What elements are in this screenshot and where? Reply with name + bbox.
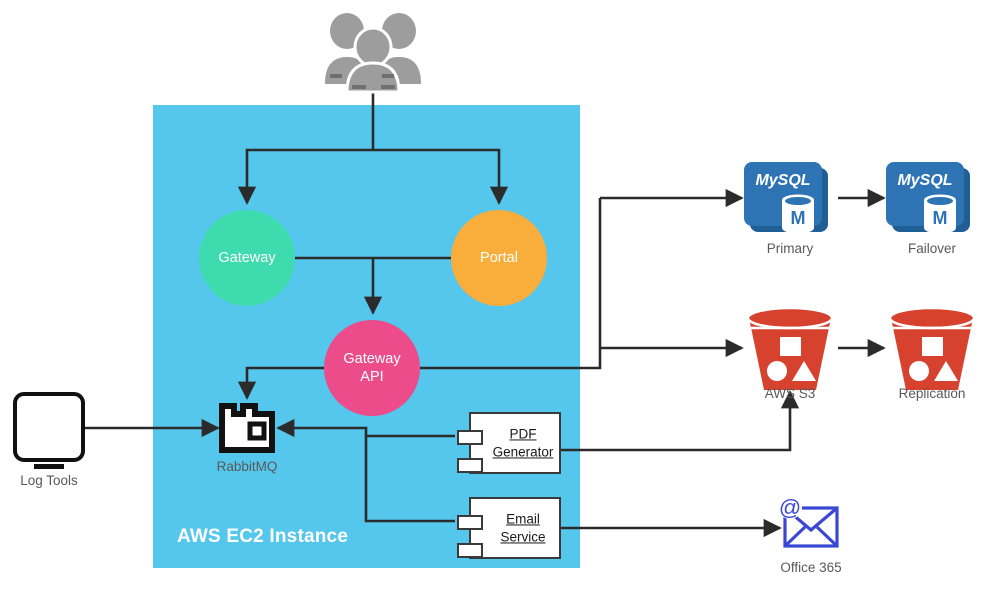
node-pdf-generator[interactable]: PDF Generator [457,412,561,474]
edge-gateway-api-to-rabbitmq [237,366,324,400]
svg-text:M: M [791,208,806,228]
email-at-icon: @ [778,495,839,548]
node-email-service-label-line1: Email [506,511,540,527]
node-gateway-api-label-line2: API [360,369,384,385]
node-gateway-label: Gateway [218,249,276,266]
node-rabbitmq-label: RabbitMQ [216,459,278,474]
svg-text:MySQL: MySQL [897,172,952,189]
rabbitmq-icon [219,403,275,453]
node-gateway[interactable]: Gateway [199,210,295,306]
node-email-service-label-line2: Service [500,529,546,544]
users-group-icon [325,13,421,94]
node-portal[interactable]: Portal [451,210,547,306]
node-mysql-failover-label: Failover [907,241,956,256]
s3-bucket-icon-aws-s3 [746,306,834,390]
mysql-database-icon-primary: MySQL M [744,162,828,234]
edge-users-to-portal [373,148,509,205]
node-portal-label: Portal [480,249,518,266]
svg-text:MySQL: MySQL [755,172,810,189]
node-gateway-api[interactable]: Gateway API [324,320,420,416]
s3-bucket-icon-replication [888,306,976,390]
node-gateway-api-label-line1: Gateway [343,350,401,367]
node-aws-s3-label: AWS S3 [764,386,816,401]
edge-users-to-gateway [237,148,373,205]
monitor-icon [13,392,85,469]
mysql-database-icon-failover: MySQL M [886,162,970,234]
node-mysql-primary-label: Primary [766,241,814,256]
node-s3-replication-label: Replication [898,386,966,401]
edge-email-service-to-rabbitmq [364,436,455,523]
svg-text:@: @ [779,495,801,520]
node-pdf-generator-label-line1: PDF [509,426,537,442]
node-pdf-generator-label-line2: Generator [492,444,554,459]
node-email-service[interactable]: Email Service [457,497,561,559]
node-office365-label: Office 365 [780,560,842,575]
node-log-tools-label: Log Tools [20,473,78,488]
edge-pdf-generator-to-rabbitmq [276,418,455,438]
svg-text:M: M [933,208,948,228]
